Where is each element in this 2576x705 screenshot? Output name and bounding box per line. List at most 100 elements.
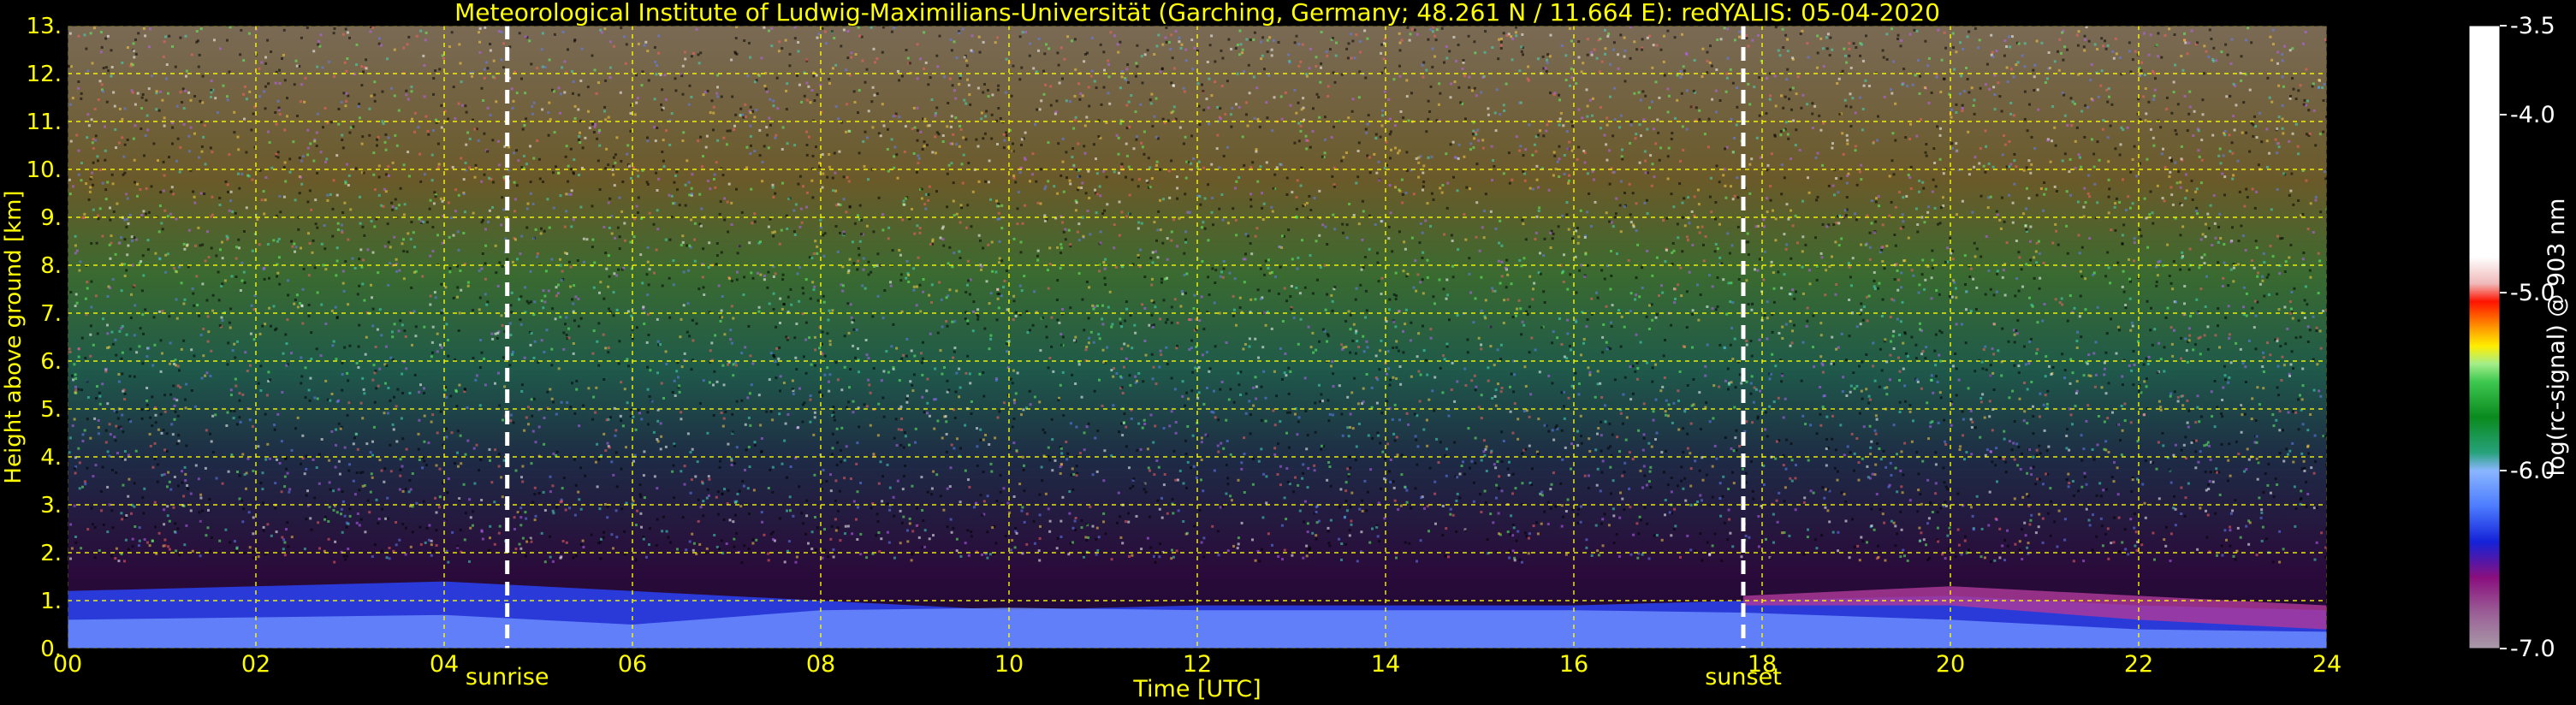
noise-speck	[1905, 352, 1908, 355]
noise-speck	[1577, 40, 1581, 44]
noise-speck	[2168, 275, 2171, 277]
noise-speck	[781, 47, 784, 50]
noise-speck	[1056, 246, 1059, 249]
noise-speck	[1089, 233, 1092, 236]
noise-speck	[1749, 340, 1753, 342]
noise-speck	[888, 508, 892, 512]
noise-speck	[1354, 459, 1357, 462]
noise-speck	[1071, 147, 1075, 150]
noise-speck	[110, 330, 114, 334]
noise-speck	[1730, 244, 1734, 247]
noise-speck	[933, 427, 936, 430]
noise-speck	[133, 236, 136, 240]
noise-speck	[730, 305, 733, 308]
noise-speck	[1719, 514, 1723, 518]
noise-speck	[1137, 185, 1140, 188]
noise-speck	[1499, 358, 1503, 361]
noise-speck	[489, 524, 492, 528]
noise-speck	[1497, 259, 1500, 263]
noise-speck	[2182, 443, 2186, 447]
noise-speck	[1330, 136, 1333, 139]
noise-speck	[746, 74, 750, 78]
noise-speck	[1665, 413, 1667, 417]
noise-speck	[1202, 403, 1206, 406]
noise-speck	[918, 227, 922, 230]
noise-speck	[1943, 77, 1946, 80]
noise-speck	[1725, 312, 1729, 316]
noise-speck	[1292, 490, 1296, 494]
noise-speck	[1071, 39, 1073, 43]
noise-speck	[1515, 314, 1517, 317]
noise-speck	[857, 259, 860, 263]
noise-speck	[573, 412, 577, 415]
noise-speck	[293, 302, 296, 305]
noise-speck	[242, 270, 246, 274]
noise-speck	[2092, 165, 2096, 169]
noise-speck	[1918, 526, 1921, 530]
noise-speck	[559, 264, 562, 267]
noise-speck	[912, 288, 916, 292]
noise-speck	[1566, 332, 1570, 335]
noise-speck	[436, 431, 439, 435]
noise-speck	[458, 383, 461, 387]
noise-speck	[376, 138, 378, 141]
noise-speck	[1347, 310, 1350, 313]
noise-speck	[1226, 483, 1230, 486]
noise-speck	[1032, 67, 1036, 70]
noise-speck	[1711, 465, 1714, 468]
noise-speck	[731, 95, 734, 98]
noise-speck	[377, 135, 380, 139]
noise-speck	[2229, 529, 2232, 532]
noise-speck	[1806, 536, 1809, 539]
noise-speck	[313, 266, 317, 270]
noise-speck	[513, 210, 516, 213]
noise-speck	[2112, 541, 2116, 544]
noise-speck	[1921, 459, 1925, 463]
noise-speck	[450, 31, 454, 34]
noise-speck	[1786, 50, 1790, 53]
noise-speck	[2281, 117, 2284, 121]
noise-speck	[706, 89, 709, 92]
noise-speck	[1640, 134, 1642, 138]
noise-speck	[605, 418, 608, 422]
noise-speck	[1220, 49, 1223, 52]
noise-speck	[2169, 560, 2172, 562]
noise-speck	[1400, 39, 1404, 42]
noise-speck	[88, 190, 92, 193]
noise-speck	[136, 194, 139, 198]
noise-speck	[664, 350, 668, 353]
noise-speck	[2046, 389, 2050, 393]
noise-speck	[74, 391, 77, 394]
noise-speck	[1873, 287, 1877, 290]
noise-speck	[930, 301, 933, 304]
noise-speck	[1139, 248, 1143, 252]
noise-speck	[466, 131, 470, 134]
noise-speck	[813, 473, 816, 477]
noise-speck	[1742, 467, 1744, 471]
noise-speck	[490, 481, 494, 484]
noise-speck	[521, 465, 525, 468]
noise-speck	[575, 379, 579, 382]
noise-speck	[2069, 382, 2072, 385]
noise-speck	[904, 435, 907, 438]
noise-speck	[384, 173, 388, 176]
noise-speck	[1982, 164, 1985, 168]
noise-speck	[588, 127, 591, 129]
noise-speck	[1518, 258, 1522, 262]
noise-speck	[1926, 478, 1930, 482]
noise-speck	[1357, 96, 1361, 99]
noise-speck	[1734, 386, 1737, 389]
noise-speck	[1120, 386, 1124, 389]
noise-speck	[252, 516, 255, 519]
noise-speck	[163, 174, 166, 177]
noise-speck	[2188, 105, 2192, 109]
noise-speck	[1647, 328, 1651, 330]
noise-speck	[2205, 50, 2208, 53]
noise-speck	[73, 466, 76, 470]
noise-speck	[478, 404, 482, 407]
noise-speck	[1255, 227, 1259, 230]
noise-speck	[2006, 529, 2009, 532]
noise-speck	[1930, 276, 1933, 280]
noise-speck	[604, 252, 608, 255]
noise-speck	[2104, 275, 2108, 278]
